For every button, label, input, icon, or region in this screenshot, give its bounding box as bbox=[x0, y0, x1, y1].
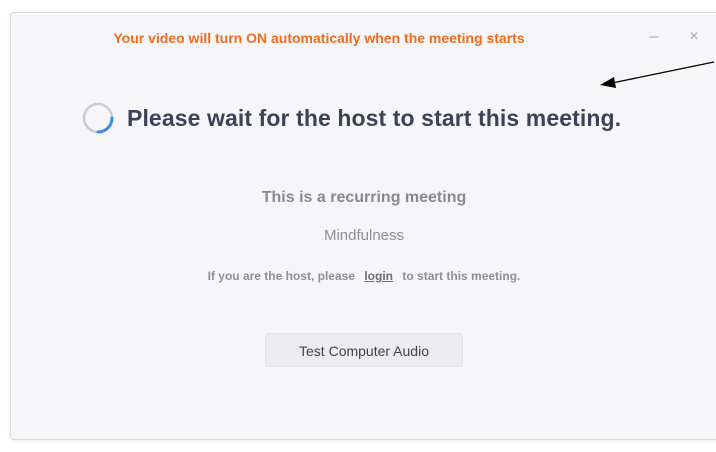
arrow-pointer-icon bbox=[600, 61, 715, 88]
window-controls: – × bbox=[647, 27, 701, 47]
page-title: Please wait for the host to start this m… bbox=[127, 104, 622, 131]
login-link[interactable]: login bbox=[364, 269, 393, 283]
host-prompt-text-after: to start this meeting. bbox=[402, 269, 521, 283]
video-on-notice: Your video will turn ON automatically wh… bbox=[113, 30, 525, 46]
close-button[interactable]: × bbox=[687, 27, 701, 47]
minimize-button[interactable]: – bbox=[647, 27, 661, 47]
screenshot-stage: Your video will turn ON automatically wh… bbox=[0, 0, 716, 452]
loading-spinner-icon bbox=[82, 102, 114, 134]
status-row: Please wait for the host to start this m… bbox=[81, 101, 621, 135]
meeting-name: Mindfulness bbox=[323, 227, 405, 244]
host-login-prompt: If you are the host, please login to sta… bbox=[11, 269, 716, 283]
test-computer-audio-button[interactable]: Test Computer Audio bbox=[265, 333, 463, 367]
recurring-meeting-label: This is a recurring meeting bbox=[261, 189, 467, 206]
host-prompt-text-before: If you are the host, please bbox=[207, 269, 355, 283]
